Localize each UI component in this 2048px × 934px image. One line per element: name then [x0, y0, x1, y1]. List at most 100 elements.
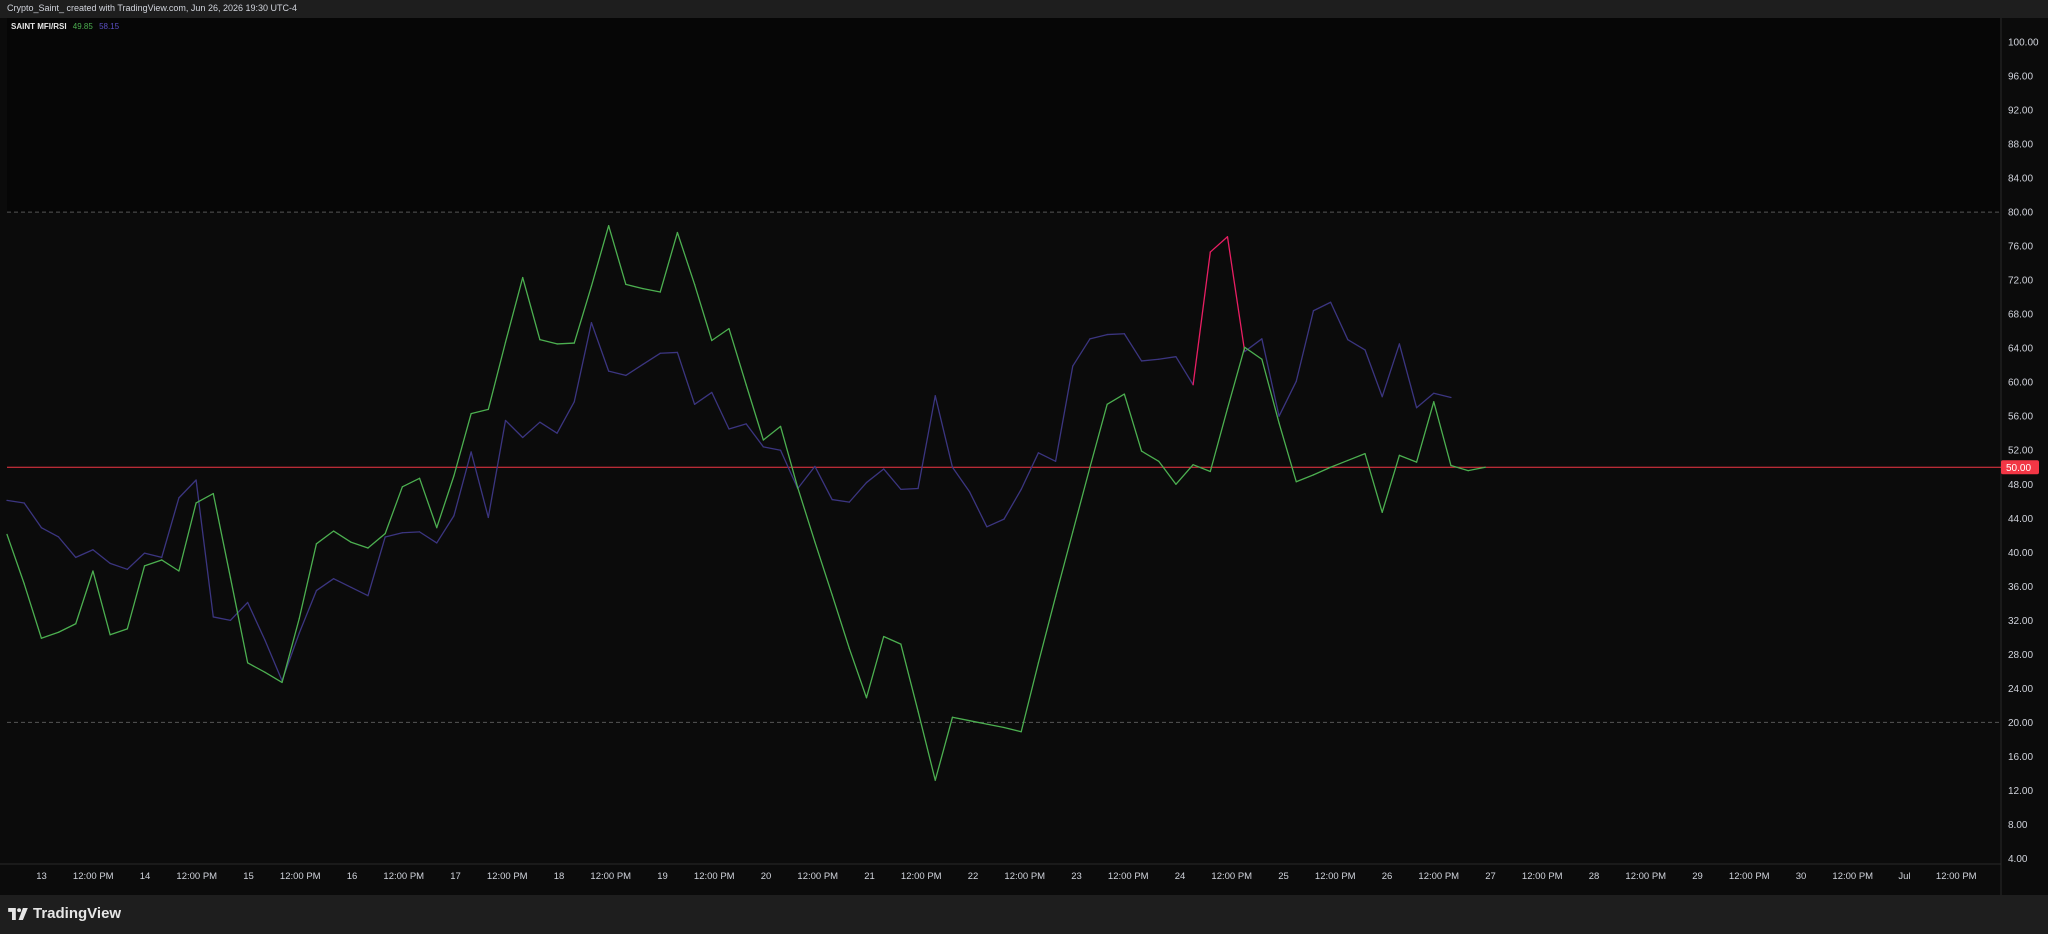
rsi-line-segment	[676, 351, 696, 405]
tradingview-logo[interactable]: TradingView	[8, 905, 121, 922]
x-tick-day-label: 27	[1485, 871, 1496, 882]
y-tick-label: 56.00	[2008, 412, 2033, 423]
tradingview-logo-icon	[8, 907, 28, 920]
mfi-line-segment	[814, 541, 833, 596]
mfi-line-segment	[865, 635, 885, 699]
y-tick-label: 40.00	[2008, 548, 2033, 559]
rsi-line-segment	[332, 578, 352, 588]
y-tick-label: 24.00	[2008, 684, 2033, 695]
x-tick-day-label: 28	[1589, 871, 1600, 882]
mfi-line-segment	[986, 723, 1005, 729]
y-tick-label: 76.00	[2008, 242, 2033, 253]
mfi-line-segment	[126, 565, 146, 630]
mfi-line-segment	[1037, 595, 1057, 664]
x-tick-time-label: 12:00 PM	[1832, 871, 1873, 882]
chart-frame[interactable]: 100.00 96.00 92.00 88.00 84.00 80.00 76.00 72.0…	[0, 18, 2048, 895]
mfi-line-segment	[247, 662, 266, 673]
rsi-line-segment	[659, 351, 679, 354]
rsi-line-segment	[504, 419, 524, 439]
mfi-line-segment	[418, 477, 438, 529]
mfi-line-segment	[590, 225, 610, 287]
x-tick-day-label: 25	[1278, 871, 1289, 882]
mfi-line-segment	[1072, 466, 1091, 533]
x-tick-day-label: 13	[36, 871, 47, 882]
overbought-zone-bg	[7, 18, 2000, 213]
rsi-line-segment	[590, 322, 610, 372]
mfi-line-segment	[934, 716, 954, 781]
rsi-line-segment	[1123, 333, 1143, 362]
y-tick-label: 84.00	[2008, 174, 2033, 185]
mfi-line-segment	[143, 559, 163, 567]
rsi-line-segment	[1003, 488, 1022, 520]
rsi-line-segment	[900, 487, 919, 491]
x-tick-time-label: 12:00 PM	[73, 871, 114, 882]
rsi-line-segment	[315, 578, 335, 592]
x-tick-day-label: 19	[657, 871, 668, 882]
mfi-line-segment	[315, 530, 335, 545]
mfi-line-segment	[40, 631, 60, 639]
mfi-line-segment	[1226, 346, 1246, 410]
rsi-line-segment	[453, 451, 472, 517]
rsi-line-segment	[986, 518, 1005, 528]
mfi-line-segment	[470, 408, 489, 415]
y-tick-label: 20.00	[2008, 718, 2033, 729]
rsi-line-segment	[1347, 339, 1366, 351]
y-tick-label: 32.00	[2008, 616, 2033, 627]
x-tick-day-label: 22	[968, 871, 979, 882]
rsi-line-segment	[539, 421, 558, 434]
rsi-line-segment	[1226, 236, 1246, 353]
mfi-line-segment	[281, 617, 300, 684]
rsi-line-segment	[848, 481, 868, 503]
x-tick-day-label: 20	[761, 871, 772, 882]
mfi-line-segment	[453, 413, 472, 477]
mfi-line-segment	[883, 635, 902, 645]
mfi-line-segment	[1398, 454, 1418, 463]
rsi-line-segment	[1278, 380, 1297, 417]
mfi-line-segment	[504, 276, 524, 343]
rsi-line-segment	[1329, 301, 1349, 341]
indicator-legend[interactable]: SAINT MFI/RSI 49.85 58.15	[11, 22, 119, 31]
rsi-line-segment	[1037, 452, 1057, 462]
rsi-line-segment	[556, 401, 575, 434]
rsi-line-segment	[711, 391, 730, 430]
rsi-line-segment	[178, 479, 197, 499]
y-tick-label: 64.00	[2008, 344, 2033, 355]
mfi-line-segment	[711, 327, 730, 342]
mfi-line-segment	[161, 559, 180, 572]
mfi-line-segment	[109, 628, 128, 636]
rsi-mfi-chart[interactable]: 100.00 96.00 92.00 88.00 84.00 80.00 76.00 72.0…	[0, 18, 2048, 895]
rsi-line-segment	[1398, 343, 1418, 409]
mfi-line-segment	[1123, 393, 1143, 452]
x-tick-day-label: 18	[554, 871, 565, 882]
rsi-line-segment	[745, 423, 765, 448]
rsi-line-segment	[1140, 358, 1160, 362]
mfi-line-segment	[797, 487, 816, 543]
rsi-line-segment	[1106, 333, 1125, 336]
x-tick-time-label: 12:00 PM	[1625, 871, 1666, 882]
x-tick-day-label: 14	[140, 871, 151, 882]
rsi-line-segment	[212, 616, 232, 621]
rsi-line-segment	[865, 468, 885, 484]
mfi-line-segment	[693, 283, 713, 342]
rsi-line-segment	[264, 639, 283, 682]
rsi-line-segment	[797, 465, 816, 490]
mfi-line-segment	[1364, 452, 1383, 513]
mfi-line-segment	[917, 710, 936, 781]
mfi-line-segment	[1089, 403, 1108, 468]
y-tick-label: 8.00	[2008, 820, 2028, 831]
mfi-line-segment	[298, 543, 318, 620]
rsi-line-segment	[1415, 392, 1435, 409]
mfi-line-segment	[1054, 531, 1074, 598]
y-tick-label: 88.00	[2008, 140, 2033, 151]
mfi-line-segment	[487, 341, 507, 411]
mfi-value: 49.85	[72, 22, 93, 31]
mfi-line-segment	[1192, 464, 1211, 473]
bottom-bar	[0, 895, 2048, 934]
y-tick-label: 92.00	[2008, 106, 2033, 117]
rsi-line-segment	[195, 479, 214, 618]
y-tick-label: 4.00	[2008, 854, 2028, 865]
rsi-line-segment	[40, 526, 60, 538]
x-tick-time-label: 12:00 PM	[1004, 871, 1045, 882]
rsi-line-segment	[1364, 349, 1383, 398]
mfi-line-segment	[659, 231, 679, 293]
